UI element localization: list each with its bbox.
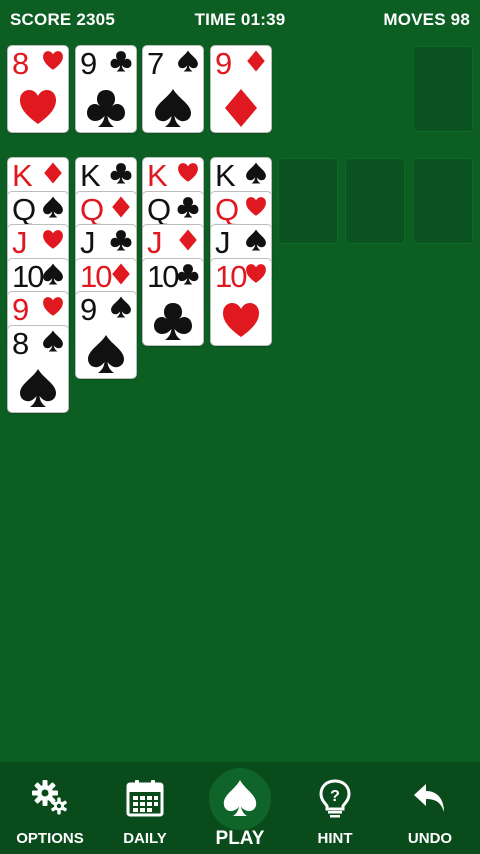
card-rank: J bbox=[147, 225, 162, 260]
card-9-of-diamonds[interactable]: 9 bbox=[211, 46, 271, 132]
options-button[interactable]: OPTIONS bbox=[2, 762, 98, 854]
hint-label: HINT bbox=[317, 830, 353, 847]
heart-icon bbox=[43, 51, 63, 70]
spade-icon bbox=[43, 330, 63, 351]
lightbulb-question-icon: ? bbox=[319, 779, 351, 818]
club-icon bbox=[177, 196, 199, 217]
options-label: OPTIONS bbox=[16, 830, 84, 847]
card-rank: Q bbox=[80, 191, 104, 227]
card-rank: 9 bbox=[80, 46, 97, 81]
diamond-icon bbox=[112, 263, 130, 284]
card-10-of-clubs[interactable]: 10 bbox=[143, 258, 203, 345]
svg-text:?: ? bbox=[330, 788, 340, 805]
club-icon bbox=[154, 302, 192, 340]
bottom-toolbar: OPTIONS DAILY PLAY ? HINT UNDO bbox=[0, 762, 480, 854]
club-icon bbox=[110, 230, 132, 251]
spade-icon bbox=[111, 296, 131, 318]
spade-icon bbox=[246, 162, 266, 184]
diamond-icon bbox=[44, 162, 62, 184]
card-rank: 9 bbox=[80, 292, 97, 327]
card-9-of-clubs[interactable]: 9 bbox=[76, 46, 136, 132]
heart-icon bbox=[246, 263, 266, 283]
card-rank: 8 bbox=[12, 325, 29, 361]
spade-icon bbox=[155, 89, 191, 127]
stock-slot[interactable] bbox=[413, 46, 473, 132]
card-rank: Q bbox=[215, 191, 239, 227]
tableau-empty-slot-6[interactable] bbox=[345, 158, 405, 244]
spade-icon bbox=[43, 196, 63, 217]
club-icon bbox=[110, 163, 132, 184]
spade-icon bbox=[20, 368, 56, 407]
hint-button[interactable]: ? HINT bbox=[287, 762, 383, 854]
club-icon bbox=[177, 263, 199, 284]
spade-icon bbox=[223, 780, 257, 816]
card-rank: 9 bbox=[215, 46, 232, 81]
card-rank: Q bbox=[12, 191, 36, 227]
diamond-icon bbox=[225, 89, 257, 127]
card-rank: K bbox=[80, 158, 101, 193]
heart-icon bbox=[43, 297, 63, 316]
card-rank: J bbox=[12, 225, 27, 260]
card-10-of-hearts[interactable]: 10 bbox=[211, 258, 271, 345]
spade-icon bbox=[246, 229, 266, 251]
heart-icon bbox=[246, 196, 266, 216]
card-rank: 8 bbox=[12, 46, 29, 81]
card-rank: 9 bbox=[12, 292, 29, 327]
card-rank: K bbox=[215, 158, 236, 193]
heart-icon bbox=[20, 90, 56, 124]
undo-label: UNDO bbox=[407, 830, 453, 847]
daily-label: DAILY bbox=[123, 830, 167, 847]
card-rank: 10 bbox=[80, 258, 113, 294]
tableau-empty-slot-7[interactable] bbox=[413, 158, 473, 244]
card-rank: Q bbox=[147, 191, 171, 227]
spade-icon bbox=[178, 50, 198, 72]
tableau-empty-slot-5[interactable] bbox=[278, 158, 338, 244]
diamond-icon bbox=[247, 50, 265, 72]
club-icon bbox=[87, 90, 125, 127]
play-button[interactable]: PLAY bbox=[192, 762, 288, 854]
gears-icon bbox=[32, 780, 67, 815]
card-rank: 10 bbox=[147, 258, 180, 294]
card-rank: K bbox=[12, 158, 33, 193]
card-rank: 7 bbox=[147, 46, 164, 81]
moves-display: MOVES 98 bbox=[383, 10, 470, 29]
card-7-of-spades[interactable]: 7 bbox=[143, 46, 203, 132]
heart-icon bbox=[43, 230, 63, 249]
card-rank: J bbox=[80, 225, 95, 260]
card-rank: 10 bbox=[215, 258, 248, 294]
heart-icon bbox=[178, 163, 198, 182]
play-label: PLAY bbox=[215, 828, 265, 849]
card-8-of-spades[interactable]: 8 bbox=[8, 325, 68, 412]
calendar-icon bbox=[126, 780, 164, 817]
diamond-icon bbox=[179, 229, 197, 251]
card-8-of-hearts[interactable]: 8 bbox=[8, 46, 68, 132]
spade-icon bbox=[43, 263, 63, 284]
card-rank: 10 bbox=[12, 258, 45, 294]
heart-icon bbox=[223, 302, 259, 337]
club-icon bbox=[110, 51, 132, 72]
spade-icon bbox=[88, 335, 124, 373]
card-rank: K bbox=[147, 158, 168, 193]
card-9-of-spades[interactable]: 9 bbox=[76, 292, 136, 378]
daily-button[interactable]: DAILY bbox=[97, 762, 193, 854]
card-rank: J bbox=[215, 225, 230, 260]
undo-button[interactable]: UNDO bbox=[382, 762, 478, 854]
undo-arrow-icon bbox=[414, 784, 444, 812]
diamond-icon bbox=[112, 196, 130, 217]
